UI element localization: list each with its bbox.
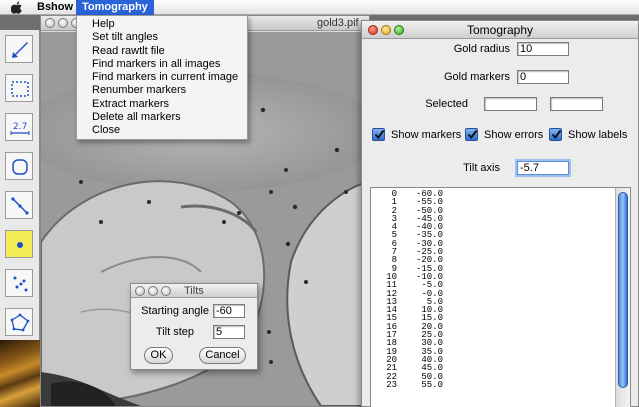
show-errors-label: Show errors [484,129,544,141]
apple-icon [11,1,22,14]
show-labels-checkbox[interactable] [549,128,562,141]
close-button[interactable] [45,18,55,28]
menu-item-close[interactable]: Close [77,124,247,137]
marker-point-icon [17,242,23,248]
line-tool-icon [11,197,29,215]
show-labels-label: Show labels [568,129,628,141]
tomography-window: Tomography Gold radius 10 Gold markers 0… [361,20,639,407]
rectangle-select-icon [11,81,29,97]
tool-palette: 2.7 [0,30,40,375]
menu-item-delete-all-markers[interactable]: Delete all markers [77,111,247,124]
show-markers-checkbox[interactable] [372,128,385,141]
tilt-axis-field[interactable]: -5.7 [517,161,569,175]
arrow-tool-button[interactable] [5,35,33,63]
selected-label: Selected [425,98,468,110]
tilt-angle: 55.0 [421,379,443,390]
tilts-dialog-titlebar[interactable]: Tilts [131,284,257,298]
tilt-list-row[interactable]: 23 55.0 [375,379,443,390]
gold-radius-label: Gold radius [453,43,510,55]
circle-select-icon [12,159,28,175]
scatter-points-button[interactable] [5,269,33,297]
gold-markers-label: Gold markers [443,71,510,83]
show-errors-checkbox[interactable] [465,128,478,141]
show-markers-label: Show markers [391,129,462,141]
marker-point-button[interactable] [5,230,33,258]
arrow-tool-icon [12,42,28,58]
menu-bshow[interactable]: Bshow [31,0,79,15]
menu-item-help[interactable]: Help [77,18,247,31]
selected-field-2[interactable] [550,97,603,111]
menu-item-find-markers-in-all-images[interactable]: Find markers in all images [77,58,247,71]
tomography-menu-dropdown: Help Set tilt angles Read rawtlt file Find … [76,15,248,140]
minimize-button[interactable] [58,18,68,28]
ok-button[interactable]: OK [144,347,173,364]
line-tool-button[interactable] [5,191,33,219]
starting-angle-field[interactable]: -60 [213,304,245,318]
menu-item-read-rawtlt-file[interactable]: Read rawtlt file [77,45,247,58]
tilt-angle-rows: 0 -60.0 1 -55.0 2 -50.0 3 -45.0 4 -40.0 5 -35.0 6 -30… [375,189,443,390]
rectangle-select-button[interactable] [5,74,33,102]
checkmark-icon [551,129,562,140]
tilt-step-field[interactable]: 5 [213,325,245,339]
menu-tomography[interactable]: Tomography [76,0,154,15]
checkmark-icon [374,129,385,140]
minimize-button[interactable] [148,286,158,296]
menu-item-renumber-markers[interactable]: Renumber markers [77,84,247,97]
checkmark-icon [467,129,478,140]
gold-markers-field[interactable]: 0 [517,70,569,84]
tilt-step-label: Tilt step [155,326,194,338]
tilt-angle-list[interactable]: 0 -60.0 1 -55.0 2 -50.0 3 -45.0 4 -40.0 5 -35.0 6 -30… [370,187,631,407]
selected-field-1[interactable] [484,97,537,111]
tilts-dialog: Tilts Starting angle -60 Tilt step 5 OK … [130,283,258,370]
svg-text:2.7: 2.7 [13,122,27,132]
polygon-tool-icon [10,313,30,332]
menu-item-find-markers-in-current-image[interactable]: Find markers in current image [77,71,247,84]
measure-text-icon: 2.7 [10,122,30,135]
menu-bar: Bshow Tomography [0,0,639,15]
circle-select-button[interactable] [5,152,33,180]
starting-angle-label: Starting angle [141,305,209,317]
measure-text-button[interactable]: 2.7 [5,113,33,141]
apple-menu[interactable] [8,0,26,15]
list-scroll-thumb[interactable] [618,192,628,388]
tilt-axis-label: Tilt axis [463,162,500,174]
close-button[interactable] [135,286,145,296]
gold-radius-field[interactable]: 10 [517,42,569,56]
cancel-button[interactable]: Cancel [199,347,246,364]
tilts-dialog-title: Tilts [184,285,204,297]
polygon-tool-button[interactable] [5,308,33,336]
image-window-title: gold3.pif [317,17,359,29]
list-scrollbar[interactable] [615,188,630,407]
menu-item-extract-markers[interactable]: Extract markers [77,98,247,111]
zoom-button[interactable] [161,286,171,296]
tomography-window-title: Tomography [466,23,534,37]
tomography-window-titlebar[interactable]: Tomography [362,21,638,39]
tilt-index: 23 [386,379,397,390]
image-thumbnail[interactable] [0,340,40,407]
scatter-points-icon [13,276,28,292]
menu-item-set-tilt-angles[interactable]: Set tilt angles [77,31,247,44]
